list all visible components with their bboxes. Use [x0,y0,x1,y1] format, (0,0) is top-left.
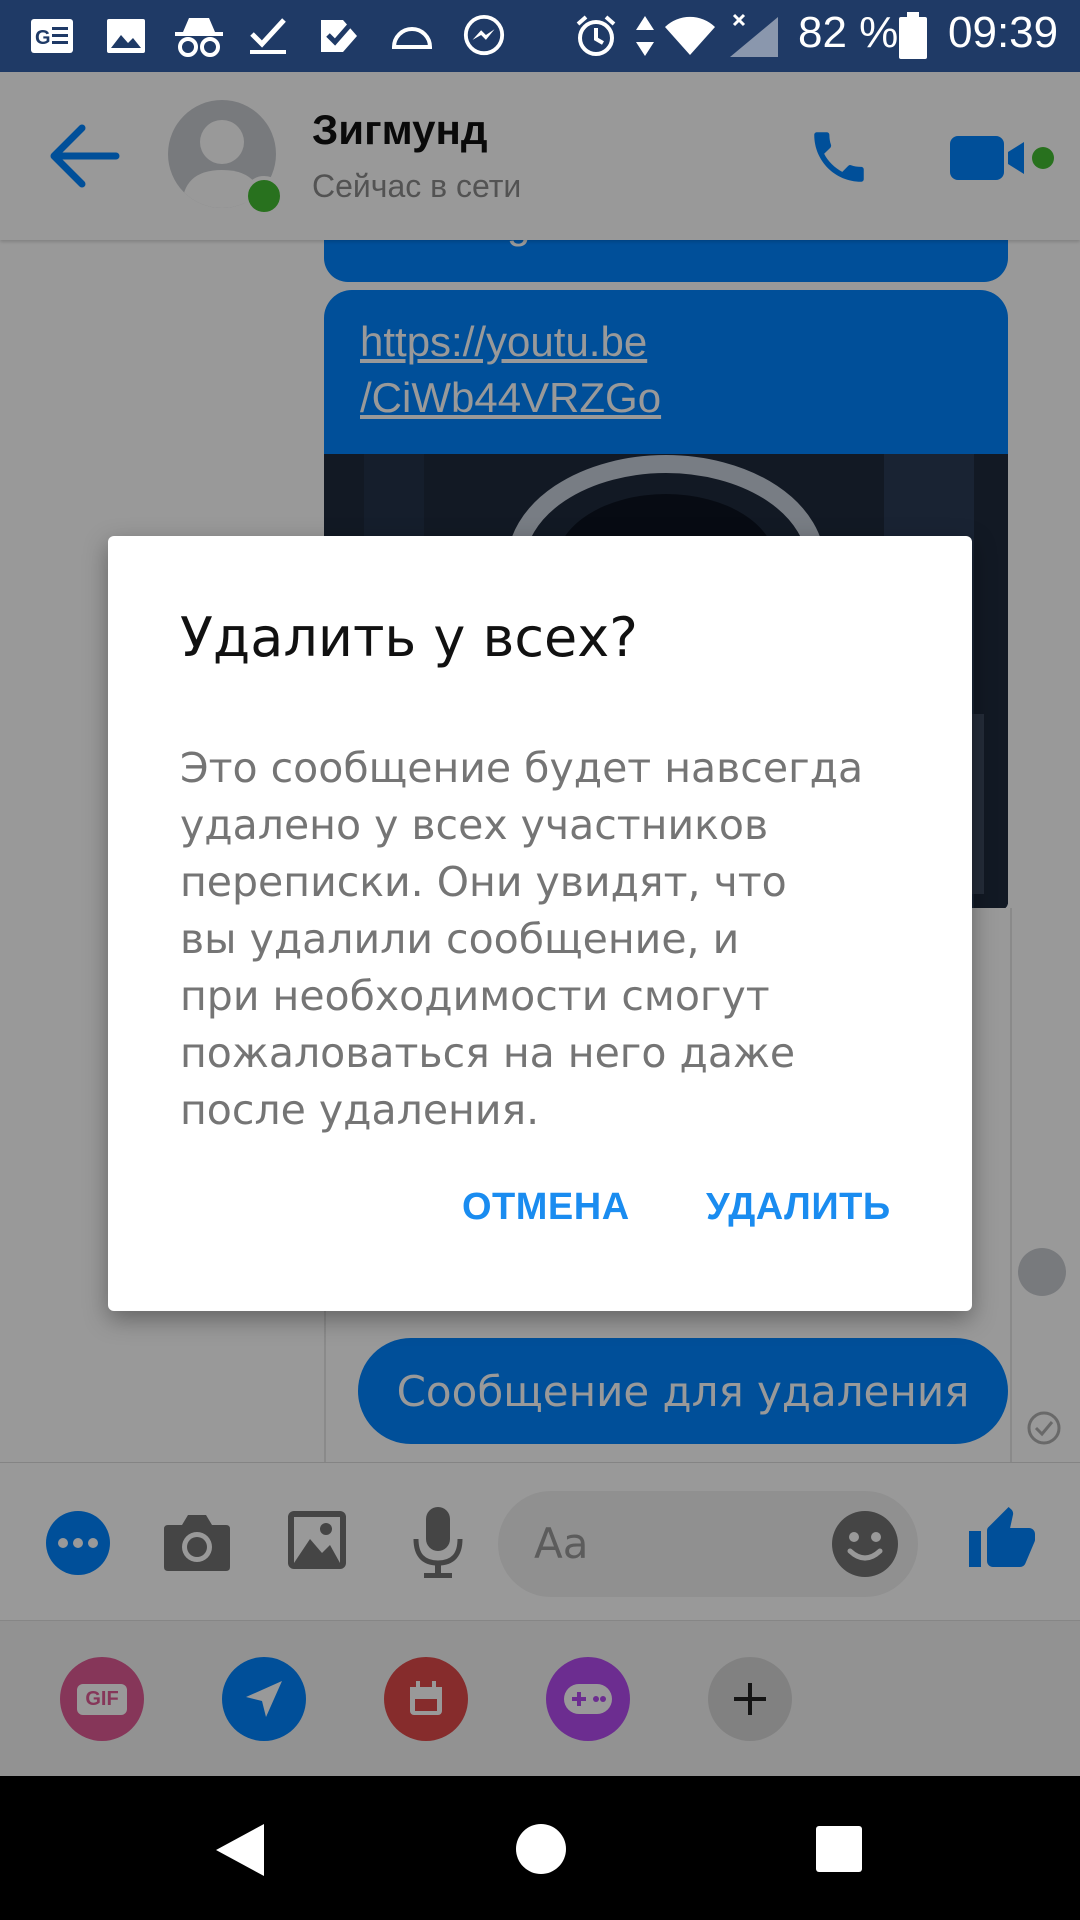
nav-recents-icon[interactable] [816,1826,862,1872]
check-icon [246,14,290,58]
battery-icon [896,12,930,59]
gallery-icon [104,14,148,58]
cloud-icon [390,14,434,58]
battery-percent: 82 % [798,8,899,57]
nav-back-icon[interactable] [214,1822,266,1878]
delete-button[interactable]: УДАЛИТЬ [706,1186,891,1229]
alarm-icon [574,14,618,58]
nav-home-icon[interactable] [516,1824,566,1874]
data-arrows-icon [632,14,658,58]
signal-icon [726,13,782,58]
wifi-icon [662,14,718,58]
status-bar: G 82 % 09:39 [0,0,1080,72]
navigation-bar [0,1776,1080,1920]
delete-dialog: Удалить у всех? Это сообщение будет навс… [108,536,972,1311]
clock: 09:39 [948,8,1059,57]
check-list-icon [318,14,362,58]
cancel-button[interactable]: ОТМЕНА [462,1186,630,1229]
dialog-title: Удалить у всех? [180,606,638,669]
messenger-icon [462,14,506,58]
dialog-message: Это сообщение будет навсегда удалено у в… [180,744,864,1134]
news-icon: G [30,14,74,58]
incognito-icon [172,14,226,58]
svg-text:G: G [35,27,51,49]
